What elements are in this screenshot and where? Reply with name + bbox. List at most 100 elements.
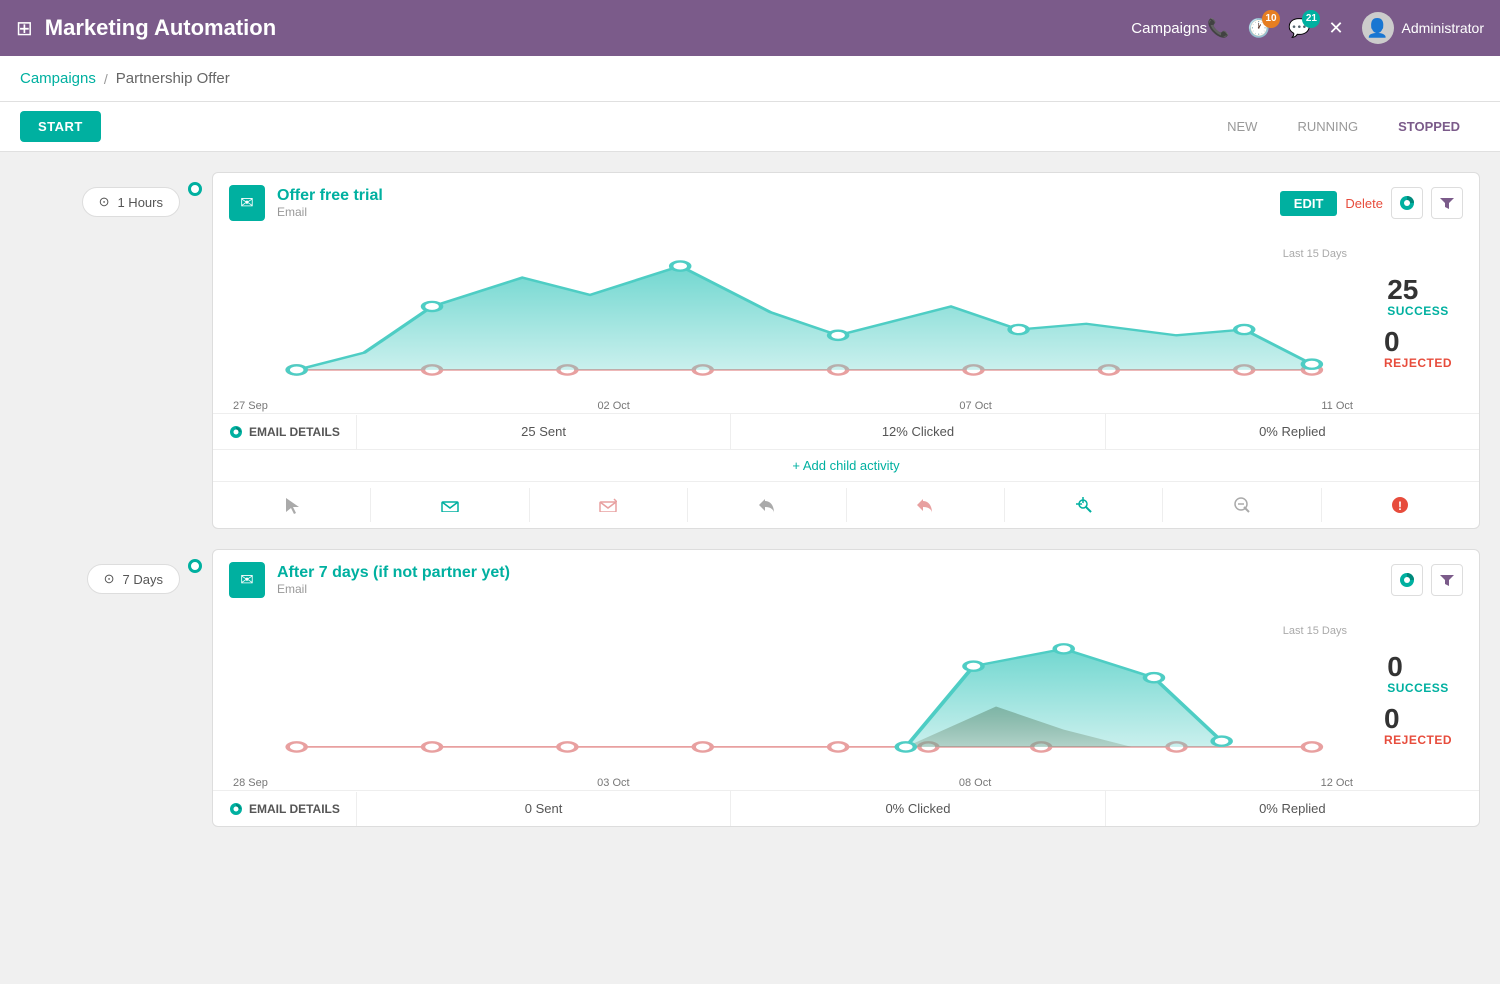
activity-card-1: ✉ Offer free trial Email EDIT Delete [212,172,1480,529]
left-panel-2: ⊙ 7 Days [20,549,180,594]
chart-date-1-4: 11 Oct [1321,400,1353,412]
email-bounce-icon[interactable] [530,488,688,522]
app-title: Marketing Automation [45,15,1112,41]
top-navigation: ⊞ Marketing Automation Campaigns 📞 🕐 10 … [0,0,1500,56]
user-menu[interactable]: 👤 Administrator [1362,12,1484,44]
phone-icon-btn[interactable]: 📞 [1207,18,1229,39]
card-header-1: ✉ Offer free trial Email EDIT Delete [213,173,1479,233]
card-actions-2 [1391,564,1463,596]
chat-badge: 21 [1302,10,1320,28]
alert-icon[interactable]: ! [1322,488,1479,522]
chart-svg-1 [229,243,1357,393]
breadcrumb-parent[interactable]: Campaigns [20,70,96,87]
pie-chart-icon-1[interactable] [1391,187,1423,219]
rejected-group-1: 0 REJECTED [1384,328,1452,370]
email-open-icon[interactable] [371,488,529,522]
card-title-2: After 7 days (if not partner yet) Email [277,564,1379,596]
chart-svg-2 [229,620,1357,770]
chart-stats-2: 0 SUCCESS 0 REJECTED [1373,620,1463,780]
chart-date-2-4: 12 Oct [1321,777,1353,789]
click-icon[interactable] [1005,488,1163,522]
activity-row-2: ⊙ 7 Days ✉ After 7 days (if not partner … [20,549,1480,827]
email-details-label-1: EMAIL DETAILS [249,425,340,439]
email-details-btn-1[interactable]: EMAIL DETAILS [213,415,357,449]
tab-stopped[interactable]: STOPPED [1378,102,1480,152]
activity-title-1: Offer free trial [277,187,1268,205]
chart-date-2-1: 28 Sep [233,777,268,789]
avatar: 👤 [1362,12,1394,44]
click-unsubscribe-icon[interactable] [1163,488,1321,522]
card-actions-1: EDIT Delete [1280,187,1463,219]
clock-icon-btn[interactable]: 🕐 10 [1248,18,1270,39]
success-count-2: 0 [1387,653,1449,681]
card-title-1: Offer free trial Email [277,187,1268,219]
timing-dot-1 [188,182,202,196]
replied-stat-2: 0% Replied [1106,791,1479,826]
user-name: Administrator [1402,20,1484,36]
clicked-stat-1: 12% Clicked [731,414,1105,449]
chat-icon-btn[interactable]: 💬 21 [1288,18,1310,39]
success-label-2: SUCCESS [1387,681,1449,695]
breadcrumb: Campaigns / Partnership Offer [0,56,1500,102]
main-content: ⊙ 1 Hours ✉ Offer free trial Email EDIT … [0,152,1500,966]
success-group-2: 0 SUCCESS [1387,653,1449,695]
activity-icons-row-1: ! [213,481,1479,528]
close-icon: ✕ [1328,18,1343,38]
chart-date-2-2: 03 Oct [597,777,629,789]
timing-text-2: 7 Days [123,572,163,587]
reply-icon[interactable] [688,488,846,522]
replied-stat-1: 0% Replied [1106,414,1479,449]
clock-icon-timing: ⊙ [99,194,110,210]
nav-campaigns[interactable]: Campaigns [1131,20,1207,37]
delete-button-1[interactable]: Delete [1345,196,1383,211]
email-icon-2: ✉ [229,562,265,598]
activity-title-2: After 7 days (if not partner yet) [277,564,1379,582]
rejected-count-1: 0 [1384,328,1452,356]
success-group-1: 25 SUCCESS [1387,276,1449,318]
chart-period-label-2: Last 15 Days [1283,625,1347,637]
rejected-label-2: REJECTED [1384,733,1452,747]
chart-area-2: Last 15 Days [213,610,1479,790]
filter-icon-2[interactable] [1431,564,1463,596]
timing-dot-2 [188,559,202,573]
status-bar: START NEW RUNNING STOPPED [0,102,1500,152]
grid-icon[interactable]: ⊞ [16,16,33,41]
phone-icon: 📞 [1207,18,1229,38]
tab-running[interactable]: RUNNING [1277,102,1378,152]
add-child-1[interactable]: + Add child activity [213,449,1479,481]
clock-icon-timing-2: ⊙ [104,571,115,587]
tab-new[interactable]: NEW [1207,102,1277,152]
chart-stats-1: 25 SUCCESS 0 REJECTED [1373,243,1463,403]
chart-date-1-1: 27 Sep [233,400,268,412]
success-label-1: SUCCESS [1387,304,1449,318]
chart-date-1-2: 02 Oct [597,400,629,412]
edit-button-1[interactable]: EDIT [1280,191,1338,216]
email-details-bar-2: EMAIL DETAILS 0 Sent 0% Clicked 0% Repli… [213,790,1479,826]
timing-badge-1: ⊙ 1 Hours [82,187,180,217]
cursor-icon[interactable] [213,488,371,522]
email-details-btn-2[interactable]: EMAIL DETAILS [213,792,357,826]
status-tabs: NEW RUNNING STOPPED [1207,102,1480,152]
filter-icon-1[interactable] [1431,187,1463,219]
activity-row-1: ⊙ 1 Hours ✉ Offer free trial Email EDIT … [20,172,1480,529]
rejected-count-2: 0 [1384,705,1452,733]
svg-text:!: ! [1398,499,1402,513]
sent-stat-2: 0 Sent [357,791,731,826]
clicked-stat-2: 0% Clicked [731,791,1105,826]
chart-container-2: Last 15 Days [229,620,1357,780]
rejected-group-2: 0 REJECTED [1384,705,1452,747]
chart-period-label-1: Last 15 Days [1283,248,1347,260]
email-details-label-2: EMAIL DETAILS [249,802,340,816]
chart-dates-2: 28 Sep 03 Oct 08 Oct 12 Oct [229,777,1357,789]
reply-salmon-icon[interactable] [847,488,1005,522]
email-icon-1: ✉ [229,185,265,221]
chart-container-1: Last 15 Days [229,243,1357,403]
pie-chart-icon-2[interactable] [1391,564,1423,596]
left-panel-1: ⊙ 1 Hours [20,172,180,217]
rejected-label-1: REJECTED [1384,356,1452,370]
clock-badge: 10 [1262,10,1280,28]
breadcrumb-current: Partnership Offer [116,70,230,87]
chart-date-1-3: 07 Oct [959,400,991,412]
start-button[interactable]: START [20,111,101,142]
close-icon-btn[interactable]: ✕ [1328,18,1343,39]
